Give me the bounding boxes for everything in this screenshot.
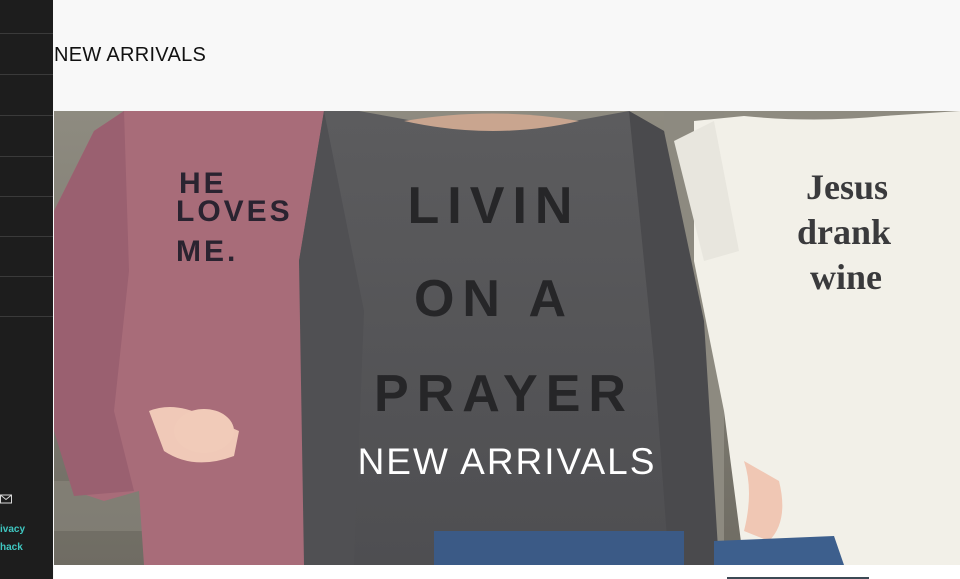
- shirt-right-line-3: wine: [810, 257, 882, 297]
- sidebar-item-3[interactable]: [0, 75, 53, 116]
- shirt-center-line-2: ON A: [414, 270, 574, 328]
- sidebar-item-1[interactable]: [0, 0, 53, 34]
- footer-link-privacy[interactable]: ivacy: [0, 524, 25, 535]
- footer-link-hack[interactable]: hack: [0, 542, 23, 553]
- sidebar-item-4[interactable]: [0, 116, 53, 157]
- sidebar-item-2[interactable]: [0, 34, 53, 75]
- sidebar-item-5[interactable]: [0, 156, 53, 197]
- shirt-right-line-1: Jesus: [806, 167, 888, 207]
- sidebar-item-7[interactable]: [0, 236, 53, 277]
- shirt-left-line-3: ME.: [176, 235, 238, 268]
- hero-image: HE LOVES ME. LIVIN ON A PRAYER Jesus dra…: [54, 111, 960, 565]
- sidebar-item-6[interactable]: [0, 196, 53, 237]
- shirt-center-line-3: PRAYER: [374, 365, 634, 423]
- hero-banner[interactable]: HE LOVES ME. LIVIN ON A PRAYER Jesus dra…: [54, 111, 960, 565]
- sidebar-item-8[interactable]: [0, 276, 53, 317]
- page-title: NEW ARRIVALS: [54, 44, 207, 66]
- sidebar: ivacy hack: [0, 0, 53, 579]
- shirt-left-line-2: LOVES: [176, 195, 293, 228]
- shirt-right-line-2: drank: [797, 212, 891, 252]
- mail-icon[interactable]: [0, 493, 12, 505]
- banner-caption: NEW ARRIVALS: [357, 441, 657, 482]
- shirt-right-text: Jesus drank wine: [797, 167, 891, 297]
- shirt-center-line-1: LIVIN: [408, 177, 581, 235]
